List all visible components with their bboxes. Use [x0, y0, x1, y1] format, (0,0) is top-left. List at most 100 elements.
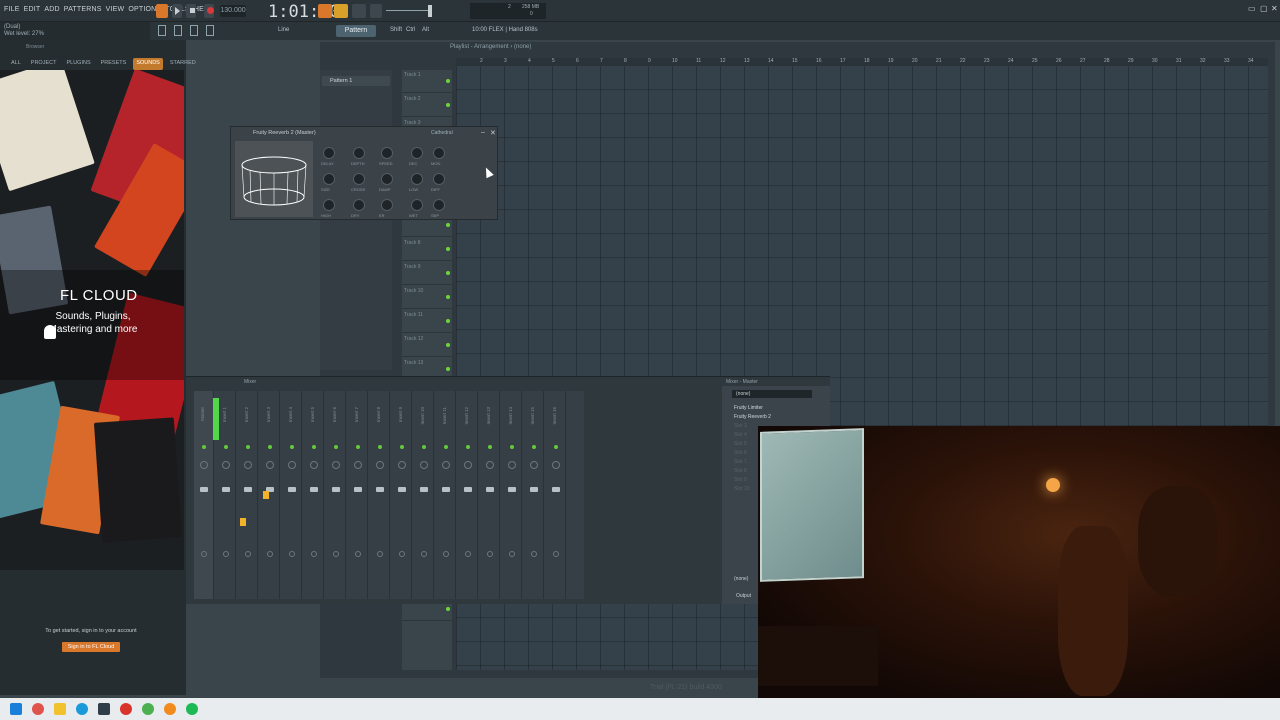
pan-knob[interactable] — [508, 461, 516, 469]
snap-mode[interactable]: Line — [278, 27, 289, 33]
strip-activity-led[interactable] — [554, 445, 558, 449]
browser-tab-sounds[interactable]: SOUNDS — [133, 58, 163, 70]
maximize-button[interactable]: ▢ — [1260, 5, 1268, 13]
volume-fader[interactable] — [310, 487, 318, 492]
tempo-display[interactable]: 130.000 — [220, 5, 246, 17]
chrome-icon[interactable] — [142, 703, 154, 715]
track-mute-led[interactable] — [446, 79, 450, 83]
browser-tab-all[interactable]: ALL — [8, 58, 24, 70]
knob-dry[interactable] — [353, 199, 365, 211]
channel-rack-icon[interactable] — [190, 25, 198, 36]
pan-knob[interactable] — [530, 461, 538, 469]
volume-fader[interactable] — [464, 487, 472, 492]
countdown-button[interactable] — [370, 4, 382, 18]
knob-sep[interactable] — [433, 199, 445, 211]
send-knob[interactable] — [421, 551, 427, 557]
menu-item-add[interactable]: ADD — [44, 6, 59, 13]
preset-select[interactable]: (none) — [732, 390, 812, 398]
send-knob[interactable] — [289, 551, 295, 557]
send-knob[interactable] — [355, 551, 361, 557]
fl-studio-icon[interactable] — [164, 703, 176, 715]
track-mute-led[interactable] — [446, 247, 450, 251]
strip-activity-led[interactable] — [510, 445, 514, 449]
mixer-strip-insert[interactable]: Insert 6 — [326, 391, 346, 599]
pat-song-toggle[interactable] — [156, 4, 168, 18]
playlist-icon[interactable] — [158, 25, 166, 36]
pan-knob[interactable] — [244, 461, 252, 469]
strip-activity-led[interactable] — [378, 445, 382, 449]
record-button[interactable] — [204, 4, 214, 18]
pan-knob[interactable] — [464, 461, 472, 469]
volume-fader[interactable] — [288, 487, 296, 492]
send-knob[interactable] — [311, 551, 317, 557]
insert-fader-handle[interactable] — [240, 518, 246, 526]
pan-knob[interactable] — [288, 461, 296, 469]
mixer-strip-insert[interactable]: Insert 9 — [392, 391, 412, 599]
menu-item-view[interactable]: VIEW — [106, 6, 125, 13]
track-header[interactable]: Track 2 — [402, 94, 452, 117]
knob-cross[interactable] — [353, 173, 365, 185]
stop-button[interactable] — [186, 4, 196, 18]
pan-knob[interactable] — [420, 461, 428, 469]
strip-activity-led[interactable] — [290, 445, 294, 449]
plugin-preset[interactable]: Cathedral — [431, 130, 453, 136]
strip-activity-led[interactable] — [466, 445, 470, 449]
menu-item-patterns[interactable]: PATTERNS — [64, 6, 102, 13]
app-icon[interactable] — [120, 703, 132, 715]
volume-fader[interactable] — [530, 487, 538, 492]
mixer-strip-insert[interactable]: Insert 2 — [238, 391, 258, 599]
strip-activity-led[interactable] — [246, 445, 250, 449]
send-knob[interactable] — [399, 551, 405, 557]
mixer-strip-insert[interactable]: Insert 8 — [370, 391, 390, 599]
piano-roll-icon[interactable] — [174, 25, 182, 36]
send-knob[interactable] — [509, 551, 515, 557]
mixer-strip-insert[interactable]: Insert 7 — [348, 391, 368, 599]
minimize-button[interactable]: ▭ — [1248, 5, 1256, 13]
timeline-ruler[interactable]: 2 3 4 5 6 7 8 9 10 11 12 13 14 15 16 17 18 19 20 21 22 23 24 25… — [456, 58, 1268, 66]
pattern-selector[interactable]: Pattern — [336, 25, 376, 37]
master-volume-handle[interactable] — [428, 5, 432, 17]
knob-delay[interactable] — [323, 147, 335, 159]
track-mute-led[interactable] — [446, 607, 450, 611]
strip-activity-led[interactable] — [444, 445, 448, 449]
pan-knob[interactable] — [552, 461, 560, 469]
edge-icon[interactable] — [76, 703, 88, 715]
volume-fader[interactable] — [420, 487, 428, 492]
pan-knob[interactable] — [486, 461, 494, 469]
knob-depth[interactable] — [353, 147, 365, 159]
track-mute-led[interactable] — [446, 271, 450, 275]
pan-knob[interactable] — [442, 461, 450, 469]
track-header[interactable]: Track 9 — [402, 262, 452, 285]
pan-knob[interactable] — [222, 461, 230, 469]
track-mute-led[interactable] — [446, 319, 450, 323]
folder-icon[interactable] — [54, 703, 66, 715]
mixer-strip-insert[interactable]: Insert 4 — [282, 391, 302, 599]
track-mute-led[interactable] — [446, 295, 450, 299]
menu-item-edit[interactable]: EDIT — [24, 6, 41, 13]
send-knob[interactable] — [201, 551, 207, 557]
pan-knob[interactable] — [376, 461, 384, 469]
knob-low[interactable] — [411, 173, 423, 185]
track-header[interactable]: Track 10 — [402, 286, 452, 309]
pan-knob[interactable] — [200, 461, 208, 469]
strip-activity-led[interactable] — [224, 445, 228, 449]
menu-item-file[interactable]: FILE — [4, 6, 20, 13]
mixer-strip-insert[interactable]: Insert 10 — [414, 391, 434, 599]
send-knob[interactable] — [443, 551, 449, 557]
browser-tab-plugins[interactable]: PLUGINS — [63, 58, 93, 70]
strip-activity-led[interactable] — [422, 445, 426, 449]
track-header[interactable]: Track 12 — [402, 334, 452, 357]
mixer-strip-insert[interactable]: Insert 14 — [502, 391, 522, 599]
send-knob[interactable] — [267, 551, 273, 557]
mixer-strip-insert[interactable]: Insert 5 — [304, 391, 324, 599]
track-mute-led[interactable] — [446, 103, 450, 107]
pan-knob[interactable] — [398, 461, 406, 469]
volume-fader[interactable] — [486, 487, 494, 492]
send-knob[interactable] — [553, 551, 559, 557]
shift-key[interactable]: Shift — [390, 27, 402, 33]
send-knob[interactable] — [377, 551, 383, 557]
knob-high[interactable] — [323, 199, 335, 211]
strip-activity-led[interactable] — [532, 445, 536, 449]
track-header[interactable]: Track 8 — [402, 238, 452, 261]
volume-fader[interactable] — [552, 487, 560, 492]
